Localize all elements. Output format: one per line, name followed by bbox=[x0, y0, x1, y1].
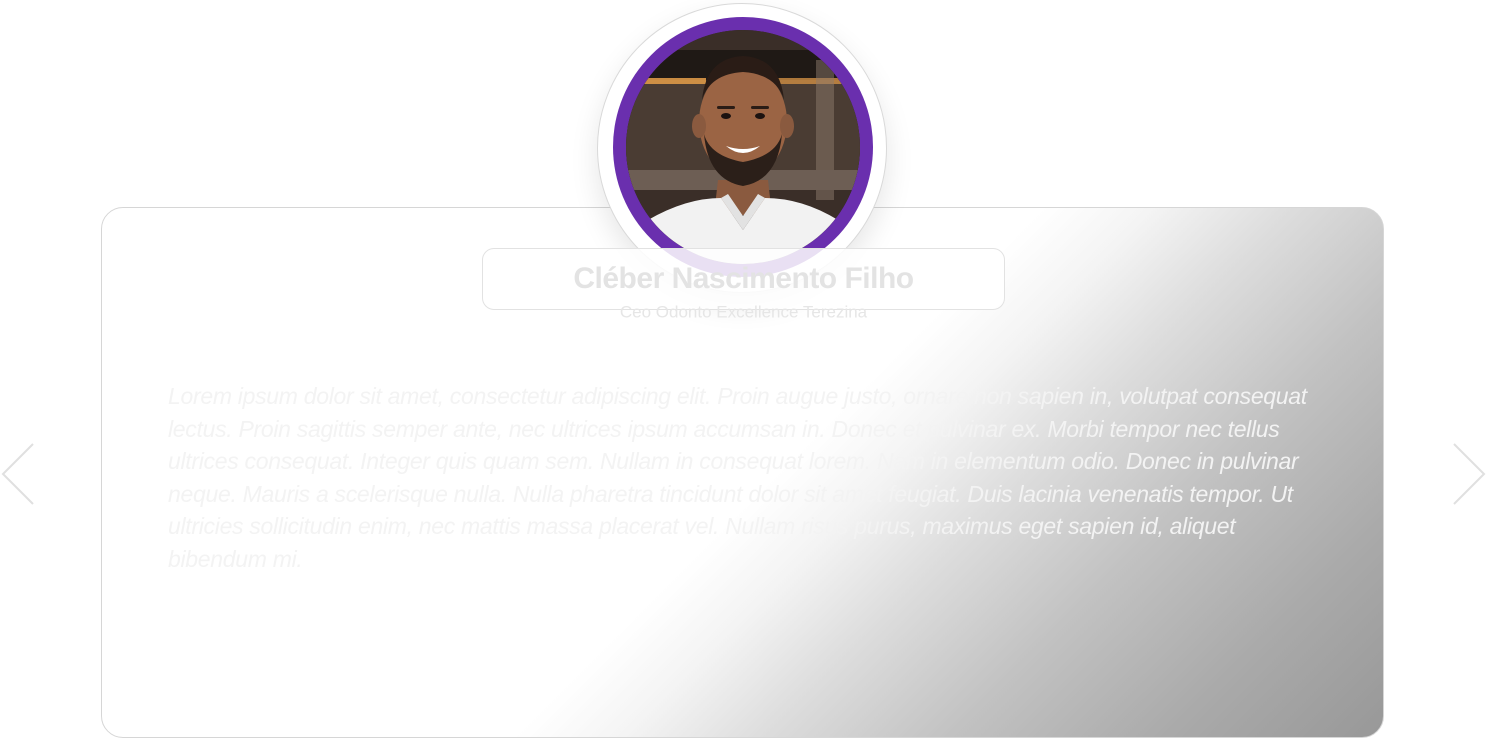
prev-slide-button[interactable] bbox=[0, 442, 36, 506]
chevron-right-icon bbox=[1453, 443, 1486, 505]
testimonial-slider: Cléber Nascimento Filho Ceo Odonto Excel… bbox=[0, 0, 1487, 742]
avatar-photo-illustration bbox=[626, 30, 860, 264]
chevron-left-icon bbox=[1, 443, 34, 505]
testimonial-text: Lorem ipsum dolor sit amet, consectetur … bbox=[168, 383, 1307, 572]
avatar bbox=[626, 30, 860, 264]
person-name: Cléber Nascimento Filho bbox=[573, 262, 914, 295]
avatar-ring bbox=[613, 17, 873, 277]
next-slide-button[interactable] bbox=[1451, 442, 1487, 506]
person-role: Ceo Odonto Excellence Terezina bbox=[619, 302, 868, 322]
